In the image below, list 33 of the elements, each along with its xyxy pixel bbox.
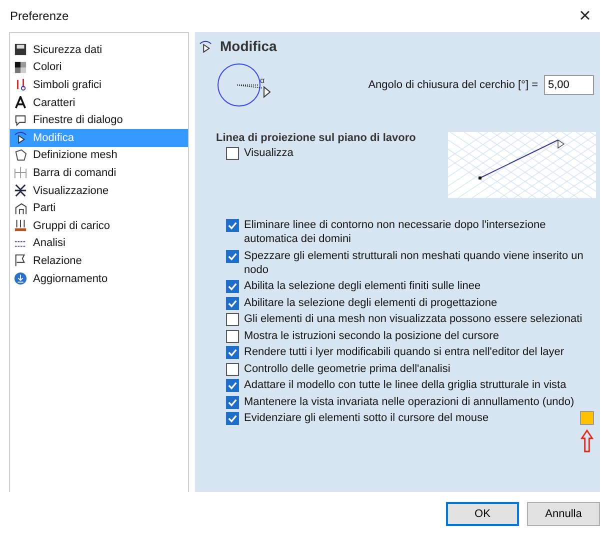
checkbox-label: Mostra le istruzioni secondo la posizione del cursore <box>244 328 499 342</box>
checkbox-label: Mantenere la vista invariata nelle operazioni di annullamento (undo) <box>244 394 574 408</box>
section-heading: Linea di proiezione sul piano di lavoro <box>216 132 416 144</box>
checkbox-label: Spezzare gli elementi strutturali non meshati quando viene inserito un nodo <box>244 248 584 276</box>
sidebar-item[interactable]: Relazione <box>10 252 188 270</box>
checkbox-label: Gli elementi di una mesh non visualizzata possono essere selezionati <box>244 312 582 326</box>
checkbox-label: Adattare il modello con tutte le linee della griglia strutturale in vista <box>244 378 566 392</box>
sidebar-item[interactable]: Finestre di dialogo <box>10 111 188 129</box>
sidebar-item[interactable]: Visualizzazione <box>10 182 188 200</box>
checkbox-label: Rendere tutti i lyer modificabili quando si entra nell'editor del layer <box>244 345 564 359</box>
sidebar-item[interactable]: Simboli grafici <box>10 76 188 94</box>
window-title: Preferenze <box>10 9 69 23</box>
checkbox-label: Abilitare la selezione degli elementi di progettazione <box>244 296 498 310</box>
checkbox-label: Abilita la selezione degli elementi finiti sulle linee <box>244 279 481 293</box>
angle-input[interactable]: 5,00 <box>544 75 594 95</box>
sidebar-item[interactable]: Caratteri <box>10 94 188 112</box>
panel-title: Modifica <box>220 38 277 54</box>
angle-label: Angolo di chiusura del cerchio [°] = <box>368 79 538 91</box>
checkbox-label: Evidenziare gli elementi sotto il cursore del mouse <box>244 411 489 425</box>
sidebar-item[interactable]: Definizione mesh <box>10 146 188 164</box>
sidebar-item[interactable]: Colori <box>10 58 188 76</box>
checkbox-label: Eliminare linee di contorno non necessarie dopo l'intersezione automatica dei domini <box>244 218 547 246</box>
sidebar-item[interactable]: Aggiornamento <box>10 270 188 288</box>
sidebar-item[interactable]: Gruppi di carico <box>10 216 188 235</box>
cancel-button[interactable]: Annulla <box>527 502 600 526</box>
ok-button[interactable]: OK <box>446 502 519 526</box>
sidebar-item[interactable]: Parti <box>10 199 188 217</box>
sidebar-item[interactable]: Barra di comandi <box>10 164 188 182</box>
checkbox-label: Controllo delle geometrie prima dell'analisi <box>244 362 450 376</box>
checkbox-label: Visualizza <box>244 146 294 160</box>
sidebar-item[interactable]: Sicurezza dati <box>10 41 188 59</box>
sidebar-item[interactable]: Analisi <box>10 234 188 252</box>
close-button[interactable]: × <box>565 1 605 31</box>
